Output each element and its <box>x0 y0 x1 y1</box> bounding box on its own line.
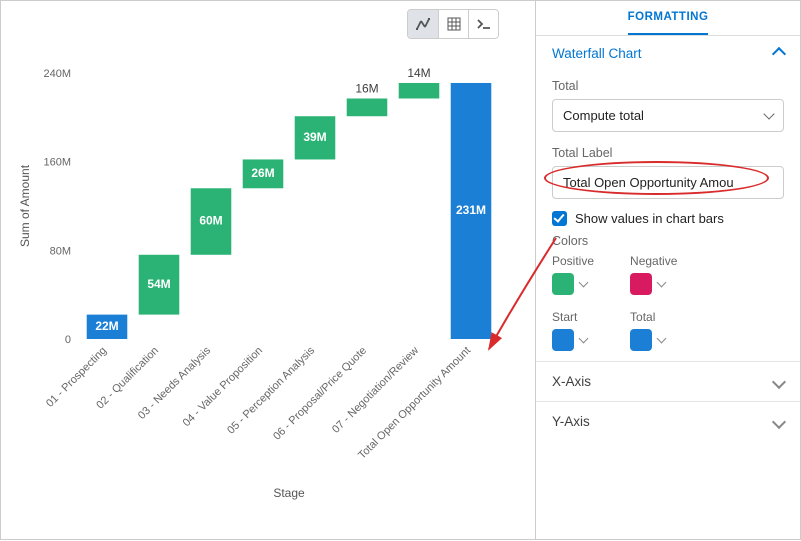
tab-formatting[interactable]: FORMATTING <box>628 1 709 35</box>
start-color-picker[interactable] <box>552 329 594 351</box>
section-title: Waterfall Chart <box>552 46 642 61</box>
total-select-value: Compute total <box>563 108 644 123</box>
svg-text:160M: 160M <box>43 157 71 169</box>
chevron-down-icon <box>772 414 786 428</box>
chevron-down-icon <box>772 374 786 388</box>
chevron-down-icon <box>657 334 667 344</box>
show-values-label: Show values in chart bars <box>575 211 724 226</box>
svg-text:26M: 26M <box>251 166 274 180</box>
positive-color-picker[interactable] <box>552 273 594 295</box>
svg-text:60M: 60M <box>199 214 222 228</box>
x-axis-label: X-Axis <box>552 374 591 389</box>
svg-text:231M: 231M <box>456 203 486 217</box>
view-table-button[interactable] <box>438 10 468 38</box>
svg-text:54M: 54M <box>147 277 170 291</box>
formatting-panel: FORMATTING Waterfall Chart Total Compute… <box>535 1 800 539</box>
total-label-field-label: Total Label <box>552 146 784 160</box>
svg-text:Stage: Stage <box>273 486 305 500</box>
view-chart-button[interactable] <box>408 10 438 38</box>
svg-text:16M: 16M <box>355 81 378 95</box>
section-x-axis[interactable]: X-Axis <box>536 361 800 401</box>
svg-text:Total Open Opportunity Amount: Total Open Opportunity Amount <box>356 345 473 462</box>
chevron-down-icon <box>763 108 774 119</box>
svg-text:39M: 39M <box>303 130 326 144</box>
show-values-checkbox-row[interactable]: Show values in chart bars <box>552 211 784 226</box>
svg-text:80M: 80M <box>50 245 71 257</box>
chevron-down-icon <box>579 334 589 344</box>
checkbox-checked-icon <box>552 211 567 226</box>
total-color-label: Total <box>630 310 677 324</box>
chevron-down-icon <box>579 278 589 288</box>
bar <box>399 83 440 99</box>
total-field-label: Total <box>552 79 784 93</box>
negative-color-label: Negative <box>630 254 677 268</box>
svg-text:05 - Perception Analysis: 05 - Perception Analysis <box>225 344 317 436</box>
total-label-input[interactable] <box>552 166 784 199</box>
svg-text:14M: 14M <box>407 66 430 80</box>
chevron-down-icon <box>657 278 667 288</box>
total-color-picker[interactable] <box>630 329 677 351</box>
negative-color-picker[interactable] <box>630 273 677 295</box>
section-waterfall-chart[interactable]: Waterfall Chart <box>536 36 800 67</box>
svg-text:Sum of Amount: Sum of Amount <box>18 164 32 247</box>
svg-text:22M: 22M <box>95 319 118 333</box>
side-tab-bar: FORMATTING <box>536 1 800 36</box>
start-color-label: Start <box>552 310 594 324</box>
waterfall-chart: 0 80M 160M 240M Sum of Amount 22M 54M 60M 26M 39M… <box>1 1 537 541</box>
chart-pane: 0 80M 160M 240M Sum of Amount 22M 54M 60M 26M 39M… <box>1 1 535 539</box>
section-y-axis[interactable]: Y-Axis <box>536 401 800 441</box>
view-prompt-button[interactable] <box>468 10 498 38</box>
positive-color-label: Positive <box>552 254 594 268</box>
svg-text:06 - Proposal/Price Quote: 06 - Proposal/Price Quote <box>271 345 369 443</box>
chevron-up-icon <box>772 46 786 60</box>
svg-text:07 - Negotiation/Review: 07 - Negotiation/Review <box>330 345 421 436</box>
y-axis-label: Y-Axis <box>552 414 590 429</box>
svg-text:0: 0 <box>65 334 71 346</box>
view-toggle <box>407 9 499 39</box>
bar <box>347 98 388 116</box>
svg-text:240M: 240M <box>43 68 71 80</box>
colors-field-label: Colors <box>552 234 784 248</box>
total-select[interactable]: Compute total <box>552 99 784 132</box>
